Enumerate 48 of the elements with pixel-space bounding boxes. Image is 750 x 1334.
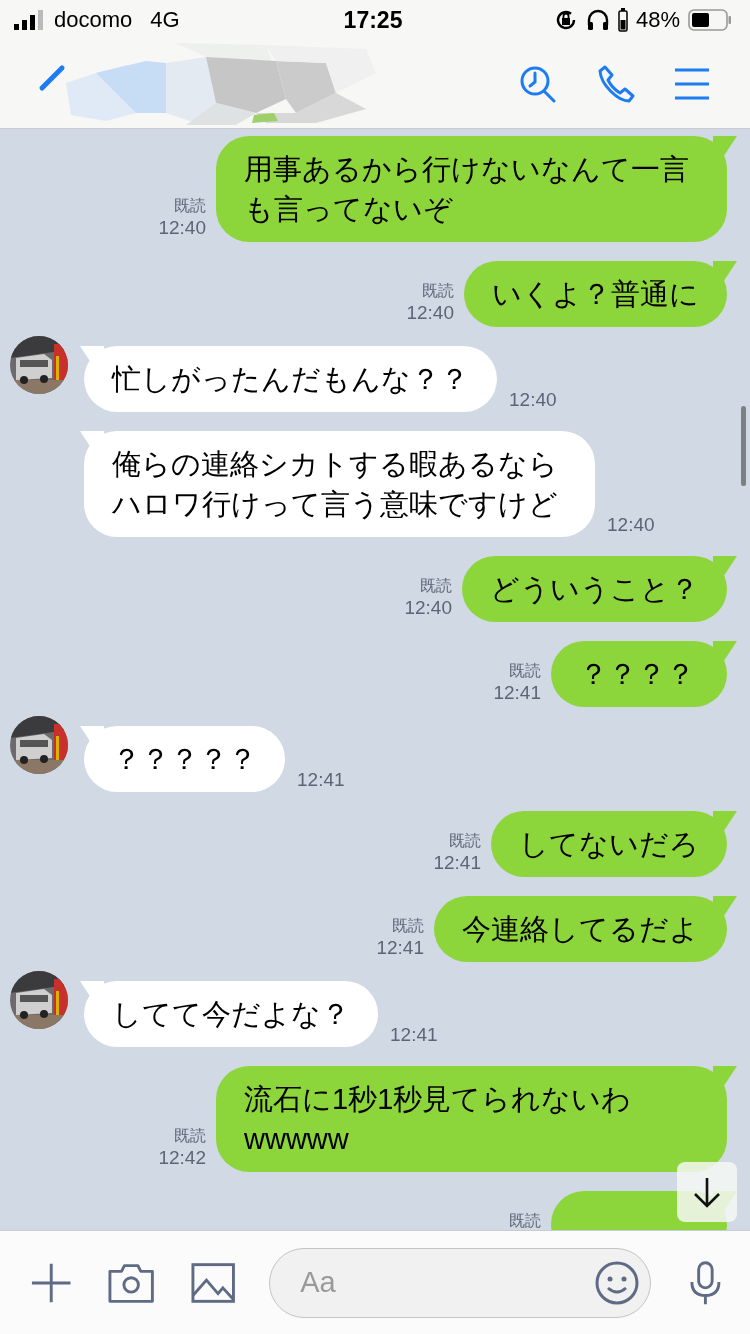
read-receipt: 既読 — [174, 196, 206, 216]
message-time: 12:40 — [404, 596, 452, 620]
camera-icon[interactable] — [108, 1261, 155, 1304]
message-time: 12:40 — [509, 388, 557, 412]
read-receipt: 既読 — [449, 831, 481, 851]
carrier-name: docomo — [54, 7, 133, 33]
received-message-bubble: 俺らの連絡シカトする暇あるならハロワ行けって言う意味ですけど — [84, 431, 595, 537]
read-receipt: 既読 — [509, 1211, 541, 1230]
phone-icon[interactable] — [596, 64, 636, 104]
battery-icon — [688, 9, 732, 31]
menu-icon[interactable] — [674, 67, 710, 101]
emoji-icon[interactable] — [595, 1260, 640, 1305]
battery-icon — [617, 8, 628, 32]
message-time: 12:40 — [607, 513, 655, 537]
read-receipt: 既読 — [422, 281, 454, 301]
read-receipt: 既読 — [392, 916, 424, 936]
sent-message-bubble: ？？？？ — [551, 641, 727, 707]
received-message-bubble: してて今だよな？ — [84, 981, 378, 1047]
message-time: 12:40 — [406, 301, 454, 325]
message-field[interactable]: Aa — [269, 1247, 652, 1318]
clock: 17:25 — [343, 6, 403, 34]
read-receipt: 既読 — [174, 1126, 206, 1146]
headphones-icon — [585, 9, 610, 31]
sent-message-bubble: してないだろ — [491, 811, 727, 877]
search-history-icon[interactable] — [518, 64, 558, 104]
sent-message-bubble: 今連絡してるだよ — [434, 896, 727, 962]
message-time: 12:41 — [493, 681, 541, 705]
message-time: 12:40 — [158, 216, 206, 240]
network-type: 4G — [150, 7, 180, 33]
scroll-down-button[interactable] — [677, 1162, 737, 1222]
sent-message-bubble: 用事あるから行けないなんて一言も言ってないぞ — [216, 136, 727, 242]
image-icon[interactable] — [190, 1261, 236, 1304]
signal-icon — [14, 10, 44, 30]
received-message-bubble: 忙しがったんだもんな？？ — [84, 346, 497, 412]
message-time: 12:41 — [433, 851, 481, 875]
read-receipt: 既読 — [509, 661, 541, 681]
message-time: 12:41 — [376, 936, 424, 960]
message-time: 12:41 — [297, 768, 345, 792]
sent-message-bubble: どういうこと？ — [462, 556, 727, 622]
received-message-bubble: ？？？？？ — [84, 726, 285, 792]
down-arrow-icon — [693, 1176, 721, 1208]
message-time: 12:42 — [158, 1146, 206, 1170]
sent-message-bubble: 流石に1秒1秒見てられないわwwwww — [216, 1066, 727, 1172]
message-time: 12:41 — [390, 1023, 438, 1047]
read-receipt: 既読 — [420, 576, 452, 596]
battery-percent: 48% — [635, 7, 680, 33]
microphone-icon[interactable] — [689, 1259, 722, 1306]
sent-message-bubble: いくよ？普通に — [464, 261, 727, 327]
